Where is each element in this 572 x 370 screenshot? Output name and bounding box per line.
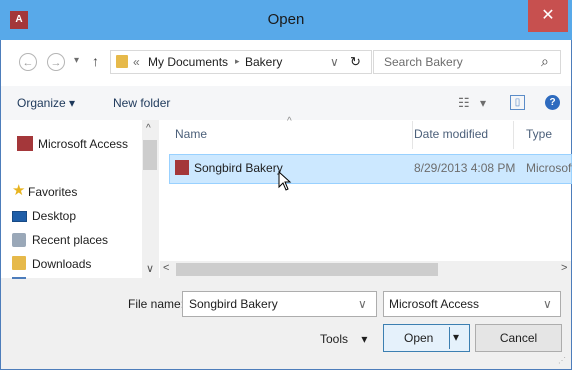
view-menu-arrow[interactable]: ▾: [480, 96, 486, 110]
scroll-right-button[interactable]: >: [561, 262, 567, 274]
file-type-filter-value[interactable]: Microsoft Access: [389, 297, 479, 311]
file-type: Microsoft: [526, 161, 572, 175]
open-button-label[interactable]: Open: [404, 331, 433, 345]
back-button[interactable]: ←: [19, 53, 37, 71]
column-divider[interactable]: [412, 121, 413, 149]
preview-pane-icon[interactable]: ▯: [510, 95, 525, 110]
nav-item-recent-places[interactable]: Recent places: [32, 233, 108, 247]
tools-button[interactable]: Tools ▾: [320, 332, 367, 346]
organize-button[interactable]: Organize ▾: [17, 96, 75, 110]
file-type-dropdown-icon[interactable]: ∨: [543, 297, 552, 311]
file-list-scroll-thumb[interactable]: [176, 263, 438, 276]
open-dropdown-icon[interactable]: ▾: [453, 330, 459, 344]
organize-arrow-icon: ▾: [69, 96, 76, 110]
access-icon: [17, 136, 33, 151]
tools-label: Tools: [320, 332, 349, 346]
breadcrumb-overflow[interactable]: «: [133, 55, 140, 69]
desktop-icon: [12, 211, 27, 222]
file-name-input[interactable]: Songbird Bakery: [189, 297, 278, 311]
nav-item-downloads[interactable]: Downloads: [32, 257, 91, 271]
help-icon[interactable]: ?: [545, 95, 560, 110]
nav-pane-scroll-down-button[interactable]: ∨: [146, 262, 154, 275]
organize-label: Organize: [17, 96, 66, 110]
search-input[interactable]: Search Bakery: [384, 55, 463, 69]
tools-arrow-icon: ▾: [361, 332, 368, 346]
window-title: Open: [267, 11, 305, 28]
up-button[interactable]: ↑: [92, 53, 99, 69]
nav-item-favorites[interactable]: Favorites: [28, 185, 77, 199]
change-view-icon[interactable]: ☷: [458, 95, 470, 111]
libraries-icon: [12, 277, 26, 279]
nav-pane-scroll-up-button[interactable]: ^: [146, 123, 151, 134]
close-button[interactable]: ✕: [528, 0, 568, 32]
star-icon: ★: [12, 182, 26, 199]
resize-grip-icon[interactable]: ⋰: [558, 356, 568, 366]
breadcrumb-my-documents[interactable]: My Documents: [148, 55, 228, 69]
sort-indicator-icon: ^: [287, 116, 292, 127]
search-icon[interactable]: ⌕: [541, 53, 549, 70]
column-header-type[interactable]: Type: [526, 127, 552, 141]
refresh-button[interactable]: ↻: [350, 54, 361, 70]
file-name-dropdown-icon[interactable]: ∨: [358, 297, 367, 311]
recent-places-icon: [12, 233, 26, 247]
nav-pane-scroll-thumb[interactable]: [143, 140, 157, 170]
cancel-button[interactable]: Cancel: [475, 324, 562, 352]
nav-item-desktop[interactable]: Desktop: [32, 209, 76, 223]
scroll-left-button[interactable]: <: [163, 262, 169, 274]
address-dropdown-button[interactable]: ∨: [330, 55, 339, 69]
column-divider[interactable]: [513, 121, 514, 149]
breadcrumb-separator[interactable]: ▸: [235, 56, 240, 67]
column-header-date-modified[interactable]: Date modified: [414, 127, 488, 141]
mouse-cursor-icon: [278, 171, 292, 191]
breadcrumb-bakery[interactable]: Bakery: [245, 55, 282, 69]
nav-item-microsoft-access[interactable]: Microsoft Access: [38, 137, 128, 151]
file-list[interactable]: [160, 120, 571, 278]
forward-button[interactable]: →: [47, 53, 65, 71]
file-name[interactable]: Songbird Bakery: [194, 161, 283, 175]
recent-locations-button[interactable]: ▾: [74, 55, 79, 66]
split-button-divider: [449, 327, 450, 349]
file-date-modified: 8/29/2013 4:08 PM: [414, 161, 516, 175]
file-name-label: File name:: [128, 297, 185, 311]
column-header-name[interactable]: Name: [175, 127, 207, 141]
access-file-icon: [175, 160, 189, 175]
new-folder-button[interactable]: New folder: [113, 96, 170, 110]
downloads-icon: [12, 256, 26, 270]
folder-icon: [116, 55, 128, 68]
